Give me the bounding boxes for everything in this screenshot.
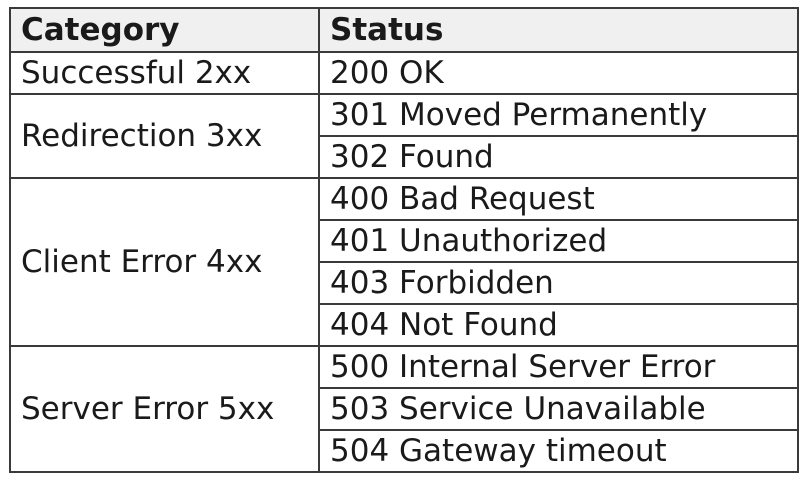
- category-header: Category: [9, 7, 320, 53]
- status-cell: 302 Found: [318, 135, 799, 179]
- category-cell-server-error: Server Error 5xx: [9, 345, 320, 473]
- category-cell-successful: Successful 2xx: [9, 51, 320, 95]
- status-cell: 403 Forbidden: [318, 261, 799, 305]
- status-cell: 200 OK: [318, 51, 799, 95]
- table-row: Client Error 4xx 400 Bad Request: [9, 177, 799, 347]
- table-row: Successful 2xx 200 OK: [9, 51, 799, 95]
- table-row: Server Error 5xx 500 Internal Server Err…: [9, 345, 799, 473]
- status-cell: 500 Internal Server Error: [318, 345, 799, 389]
- category-cell-redirection: Redirection 3xx: [9, 93, 320, 179]
- status-cell: 401 Unauthorized: [318, 219, 799, 263]
- http-status-table: Category Status Successful 2xx 200 OK Re…: [9, 7, 799, 473]
- table-row: Redirection 3xx 301 Moved Permanently: [9, 93, 799, 179]
- status-cell: 404 Not Found: [318, 303, 799, 347]
- status-header: Status: [318, 7, 799, 53]
- status-cell: 503 Service Unavailable: [318, 387, 799, 431]
- header-row: Category Status: [9, 7, 799, 53]
- status-cell: 301 Moved Permanently: [318, 93, 799, 137]
- status-cell: 504 Gateway timeout: [318, 429, 799, 473]
- category-cell-client-error: Client Error 4xx: [9, 177, 320, 347]
- status-cell: 400 Bad Request: [318, 177, 799, 221]
